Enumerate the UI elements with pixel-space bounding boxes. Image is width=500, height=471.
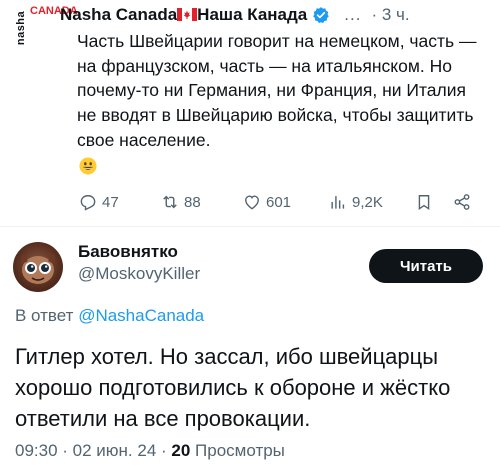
views-chart-icon — [331, 196, 345, 209]
reply-views-count: 20 — [171, 441, 191, 460]
canada-flag-icon — [177, 8, 198, 21]
in-reply-to: В ответ @NashaCanada — [15, 306, 204, 326]
reply-views-label: Просмотры — [195, 441, 285, 460]
heart-icon — [245, 195, 259, 210]
logo-text-canada: CANADA — [30, 5, 78, 17]
reply-timestamp[interactable]: 09:30 · 02 июн. 24 · — [15, 441, 167, 460]
like-button[interactable]: 601 — [242, 192, 291, 212]
bookmark-button[interactable] — [414, 192, 434, 212]
logo-text: nasha — [15, 10, 28, 46]
repost-button[interactable]: 88 — [160, 192, 201, 212]
like-count: 601 — [266, 193, 292, 211]
follow-button[interactable]: Читать — [369, 249, 483, 283]
verified-badge-icon — [313, 7, 330, 24]
tweet-divider — [0, 226, 500, 227]
reply-tweet-text: Гитлер хотел. Но зассал, ибо швейцарцы х… — [15, 344, 451, 431]
views-count: 9,2K — [352, 193, 383, 211]
tweet-actions: 47 88 601 9,2K — [78, 192, 478, 212]
reply-author-handle[interactable]: @MoskovyKiller — [78, 264, 200, 284]
bookmark-icon — [418, 195, 430, 210]
tweet-time[interactable]: · 3 ч. — [371, 5, 409, 25]
reply-button[interactable]: 47 — [78, 192, 119, 212]
author-name-part-a: Nasha Canada — [60, 5, 178, 24]
reply-count: 47 — [102, 193, 119, 211]
author-name-part-b: Наша Канада — [197, 5, 308, 24]
reply-tweet-meta: 09:30 · 02 июн. 24 · 20 Просмотры — [15, 441, 285, 461]
more-options-icon[interactable]: ... — [344, 5, 361, 25]
parent-tweet-header: Nasha Canada Наша Канада ... · 3 ч. — [60, 4, 492, 26]
views-button[interactable]: 9,2K — [328, 192, 383, 212]
author-avatar-logo[interactable]: nasha CANADA — [6, 4, 78, 56]
share-button[interactable] — [452, 192, 472, 212]
in-reply-mention-link[interactable]: @NashaCanada — [78, 306, 204, 325]
reply-author-avatar[interactable] — [13, 242, 63, 292]
repost-icon — [163, 195, 177, 209]
reply-icon — [80, 195, 96, 211]
in-reply-prefix: В ответ — [15, 306, 74, 325]
reply-author-name[interactable]: Бавовнятко — [78, 242, 178, 262]
share-icon — [454, 194, 470, 210]
grinning-face-emoji-icon — [79, 157, 97, 175]
parent-tweet-text: Часть Швейцарии говорит на немецком, час… — [77, 31, 477, 150]
author-name[interactable]: Nasha Canada Наша Канада — [60, 5, 307, 25]
repost-count: 88 — [184, 193, 201, 211]
creature-avatar-icon — [20, 254, 56, 284]
